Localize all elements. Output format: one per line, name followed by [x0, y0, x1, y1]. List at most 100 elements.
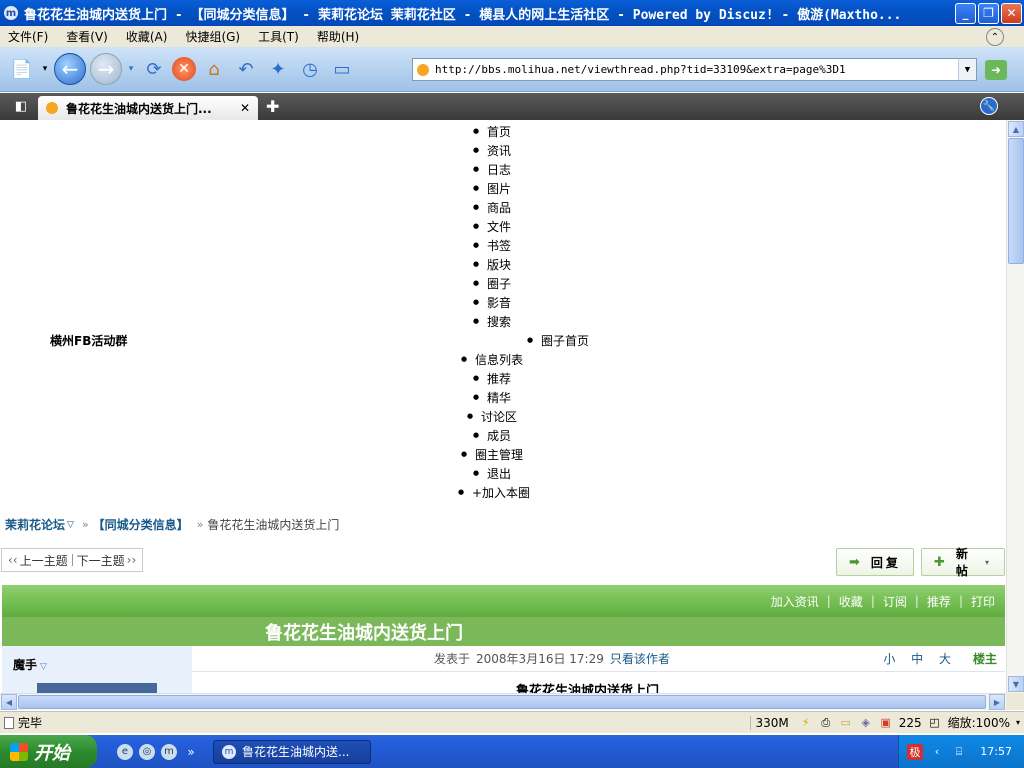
menu-view[interactable]: 查看(V): [66, 28, 108, 45]
go-button[interactable]: ➜: [985, 60, 1007, 80]
stop-icon[interactable]: ✕: [172, 57, 196, 81]
tools-icon[interactable]: ✦: [264, 55, 292, 83]
zoom-dropdown-icon[interactable]: ▾: [1016, 718, 1020, 727]
wrench-icon[interactable]: 🔧: [980, 97, 998, 115]
tray-expand-icon[interactable]: ‹: [929, 744, 945, 760]
app-icon[interactable]: ◎: [139, 743, 155, 760]
nav-blog[interactable]: 日志: [473, 161, 511, 178]
windows-logo-icon: [10, 742, 28, 761]
nav-digest[interactable]: 精华: [473, 389, 511, 406]
nav-exit[interactable]: 退出: [473, 465, 511, 482]
system-tray: 极 ‹ ⌸ 17:57: [898, 735, 1024, 768]
zoom-icon[interactable]: ◰: [928, 716, 942, 730]
nav-circles[interactable]: 圈子: [473, 275, 511, 292]
menu-collapse-icon[interactable]: ⌃: [986, 28, 1004, 46]
nav-images[interactable]: 图片: [473, 180, 511, 197]
screen-capture-icon[interactable]: ▭: [328, 55, 356, 83]
popup-blocker-icon[interactable]: ▣: [879, 716, 893, 730]
layers-icon[interactable]: ◈: [859, 716, 873, 730]
scroll-left-icon[interactable]: ◀: [1, 694, 17, 710]
address-url[interactable]: http://bbs.molihua.net/viewthread.php?ti…: [435, 63, 846, 76]
lightning-icon[interactable]: ⚡: [799, 716, 813, 730]
action-recommend[interactable]: 推荐: [927, 593, 951, 610]
maxthon-icon[interactable]: m: [161, 743, 177, 760]
tab-close-icon[interactable]: ✕: [240, 101, 250, 115]
print-icon[interactable]: ⎙: [819, 716, 833, 730]
menu-tools[interactable]: 工具(T): [258, 28, 299, 45]
back-button-icon[interactable]: ←: [54, 53, 86, 85]
horizontal-scroll-thumb[interactable]: [18, 695, 986, 709]
action-print[interactable]: 打印: [971, 593, 995, 610]
action-subscribe[interactable]: 订阅: [883, 593, 907, 610]
next-thread-link[interactable]: 下一主题: [77, 552, 125, 569]
menu-favorites[interactable]: 收藏(A): [126, 28, 168, 45]
breadcrumb-home[interactable]: 茉莉花论坛: [5, 516, 65, 533]
author-dropdown-icon[interactable]: ▽: [40, 662, 47, 672]
input-method-icon[interactable]: 极: [907, 743, 923, 760]
new-tab-icon[interactable]: ✚: [266, 97, 279, 116]
quick-launch-more-icon[interactable]: »: [183, 744, 199, 760]
nav-admin[interactable]: 圈主管理: [461, 446, 523, 463]
menu-file[interactable]: 文件(F): [8, 28, 48, 45]
restore-button[interactable]: ❐: [978, 2, 999, 24]
scroll-up-icon[interactable]: ▲: [1008, 121, 1024, 137]
nav-recommend[interactable]: 推荐: [473, 370, 511, 387]
nav-members[interactable]: 成员: [473, 427, 511, 444]
nav-boards[interactable]: 版块: [473, 256, 511, 273]
post-floor: 楼主: [972, 652, 997, 666]
action-favorite[interactable]: 收藏: [839, 593, 863, 610]
history-clock-icon[interactable]: ◷: [296, 55, 324, 83]
breadcrumb-dropdown-icon[interactable]: ▽: [67, 520, 74, 530]
history-dropdown-icon[interactable]: ▾: [126, 55, 136, 83]
tab-current[interactable]: 鲁花花生油城内送货上门... ✕: [38, 96, 258, 120]
undo-close-icon[interactable]: ↶: [232, 55, 260, 83]
address-bar[interactable]: http://bbs.molihua.net/viewthread.php?ti…: [412, 58, 977, 81]
home-icon[interactable]: ⌂: [200, 55, 228, 83]
new-page-icon[interactable]: 📄: [8, 55, 36, 83]
ie-icon[interactable]: e: [117, 743, 133, 760]
nav-search[interactable]: 搜索: [473, 313, 511, 330]
nav-media[interactable]: 影音: [473, 294, 511, 311]
nav-circle-home[interactable]: 圈子首页: [527, 332, 589, 349]
minimize-button[interactable]: _: [955, 2, 976, 24]
forward-button-icon[interactable]: →: [90, 53, 122, 85]
nav-discussion[interactable]: 讨论区: [467, 408, 517, 425]
new-page-dropdown-icon[interactable]: ▾: [40, 55, 50, 83]
windows-taskbar: 开始 e ◎ m » m 鲁花花生油城内送... 极 ‹ ⌸ 17:57: [0, 735, 1024, 768]
breadcrumb-category[interactable]: 【同城分类信息】: [93, 516, 189, 533]
nav-goods[interactable]: 商品: [473, 199, 511, 216]
nav-files[interactable]: 文件: [473, 218, 511, 235]
nav-news[interactable]: 资讯: [473, 142, 511, 159]
refresh-icon[interactable]: ⟳: [140, 55, 168, 83]
nav-home[interactable]: 首页: [473, 123, 511, 140]
nav-bookmarks[interactable]: 书签: [473, 237, 511, 254]
vertical-scrollbar[interactable]: ▲ ▼: [1006, 120, 1024, 693]
font-size-switch[interactable]: 小 中 大: [883, 650, 957, 667]
action-add-news[interactable]: 加入资讯: [771, 593, 819, 610]
new-post-button[interactable]: ✚ 新帖 ▾: [921, 547, 1005, 578]
close-window-button[interactable]: ✕: [1001, 2, 1022, 24]
scroll-right-icon[interactable]: ▶: [989, 694, 1005, 710]
blocked-count: 225: [898, 715, 922, 730]
reply-button[interactable]: ➡ 回复: [836, 548, 914, 576]
horizontal-scrollbar[interactable]: ◀ ▶: [0, 693, 1006, 710]
scroll-down-icon[interactable]: ▼: [1008, 676, 1024, 692]
pager-divider: [71, 554, 73, 566]
only-author-link[interactable]: 只看该作者: [610, 650, 670, 667]
vertical-scroll-thumb[interactable]: [1008, 138, 1024, 264]
address-dropdown-icon[interactable]: ▼: [958, 59, 976, 80]
start-button[interactable]: 开始: [0, 735, 97, 768]
folder-icon[interactable]: ▭: [839, 716, 853, 730]
nav-info-list[interactable]: 信息列表: [461, 351, 523, 368]
taskbar-window-button[interactable]: m 鲁花花生油城内送...: [213, 739, 371, 764]
menu-quickgroup[interactable]: 快捷组(G): [185, 28, 240, 45]
prev-thread-link[interactable]: 上一主题: [20, 552, 68, 569]
network-icon[interactable]: ⌸: [951, 744, 967, 760]
tab-bar: ◧ 鲁花花生油城内送货上门... ✕ ✚ 🔧: [0, 93, 1024, 120]
zoom-level[interactable]: 缩放:100%: [948, 714, 1010, 731]
sidebar-toggle-icon[interactable]: ◧: [10, 98, 32, 116]
nav-join-circle[interactable]: +加入本圈: [458, 484, 530, 501]
menu-help[interactable]: 帮助(H): [317, 28, 359, 45]
author-name[interactable]: 魔手 ▽: [13, 656, 47, 673]
group-name[interactable]: 横州FB活动群: [50, 332, 127, 349]
